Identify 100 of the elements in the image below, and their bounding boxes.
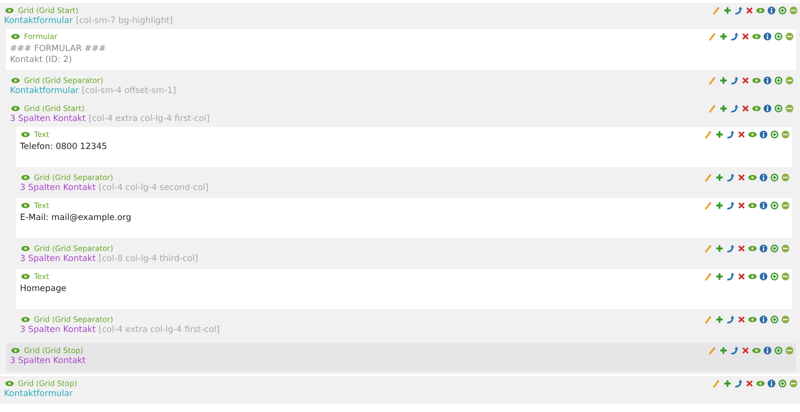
eye-icon[interactable] [748,172,757,182]
plus-icon[interactable] [715,200,724,210]
info-icon[interactable] [759,172,768,182]
info-icon[interactable] [763,104,772,112]
close-icon[interactable] [741,346,750,354]
curved-arrow-icon[interactable] [726,200,735,210]
info-icon[interactable] [759,272,768,280]
info-icon[interactable] [759,200,768,210]
eye-icon [10,32,21,40]
curved-arrow-icon[interactable] [726,244,735,252]
eye-icon[interactable] [748,200,757,210]
minus-circle-icon[interactable] [781,130,790,138]
plus-icon[interactable] [715,244,724,252]
minus-circle-icon[interactable] [785,32,794,40]
plus-circle-icon[interactable] [770,272,779,280]
eye-icon[interactable] [748,314,757,324]
pencil-icon[interactable] [704,130,713,138]
eye-icon[interactable] [752,346,761,354]
plus-icon[interactable] [715,130,724,138]
close-icon[interactable] [741,76,750,84]
info-icon[interactable] [759,130,768,138]
minus-circle-icon[interactable] [785,346,794,354]
eye-icon[interactable] [756,378,765,388]
close-icon[interactable] [737,200,746,210]
pencil-icon[interactable] [704,314,713,324]
pencil-icon[interactable] [712,378,721,388]
plus-icon[interactable] [719,104,728,112]
eye-icon[interactable] [748,244,757,252]
curved-arrow-icon[interactable] [730,104,739,112]
eye-icon[interactable] [756,6,765,14]
plus-icon[interactable] [715,314,724,324]
curved-arrow-icon[interactable] [730,32,739,40]
eye-icon [20,272,31,280]
pencil-icon[interactable] [704,200,713,210]
pencil-icon[interactable] [704,172,713,182]
minus-circle-icon[interactable] [781,200,790,210]
curved-arrow-icon[interactable] [734,378,743,388]
plus-circle-icon[interactable] [774,346,783,354]
plus-icon[interactable] [719,76,728,84]
eye-icon[interactable] [748,272,757,280]
eye-icon [20,172,31,182]
plus-icon[interactable] [715,172,724,182]
eye-icon[interactable] [752,104,761,112]
eye-icon[interactable] [752,32,761,40]
info-icon[interactable] [767,378,776,388]
plus-circle-icon[interactable] [770,130,779,138]
minus-circle-icon[interactable] [789,6,798,14]
plus-icon[interactable] [715,272,724,280]
info-icon[interactable] [759,244,768,252]
plus-circle-icon[interactable] [778,378,787,388]
info-icon[interactable] [763,76,772,84]
minus-circle-icon[interactable] [785,76,794,84]
pencil-icon[interactable] [708,32,717,40]
curved-arrow-icon[interactable] [726,172,735,182]
close-icon[interactable] [741,104,750,112]
pencil-icon[interactable] [708,104,717,112]
minus-circle-icon[interactable] [781,172,790,182]
info-icon[interactable] [763,32,772,40]
close-icon[interactable] [737,130,746,138]
close-icon[interactable] [737,172,746,182]
plus-icon[interactable] [719,32,728,40]
close-icon[interactable] [737,244,746,252]
close-icon[interactable] [737,314,746,324]
curved-arrow-icon[interactable] [726,130,735,138]
pencil-icon[interactable] [712,6,721,14]
eye-icon[interactable] [748,130,757,138]
info-icon[interactable] [759,314,768,324]
pencil-icon[interactable] [708,76,717,84]
minus-circle-icon[interactable] [785,104,794,112]
plus-circle-icon[interactable] [778,6,787,14]
plus-icon[interactable] [723,6,732,14]
eye-icon[interactable] [752,76,761,84]
info-icon[interactable] [767,6,776,14]
plus-icon[interactable] [723,378,732,388]
plus-circle-icon[interactable] [770,244,779,252]
close-icon[interactable] [745,6,754,14]
pencil-icon[interactable] [708,346,717,354]
minus-circle-icon[interactable] [781,314,790,324]
info-icon[interactable] [763,346,772,354]
minus-circle-icon[interactable] [781,272,790,280]
curved-arrow-icon[interactable] [734,6,743,14]
plus-circle-icon[interactable] [774,76,783,84]
close-icon[interactable] [741,32,750,40]
plus-circle-icon[interactable] [770,200,779,210]
plus-circle-icon[interactable] [774,32,783,40]
curved-arrow-icon[interactable] [726,272,735,280]
eye-icon [10,104,21,112]
curved-arrow-icon[interactable] [730,76,739,84]
close-icon[interactable] [745,378,754,388]
pencil-icon[interactable] [704,272,713,280]
curved-arrow-icon[interactable] [730,346,739,354]
pencil-icon[interactable] [704,244,713,252]
plus-circle-icon[interactable] [770,172,779,182]
curved-arrow-icon[interactable] [726,314,735,324]
minus-circle-icon[interactable] [781,244,790,252]
close-icon[interactable] [737,272,746,280]
plus-circle-icon[interactable] [774,104,783,112]
plus-circle-icon[interactable] [770,314,779,324]
minus-circle-icon[interactable] [789,378,798,388]
plus-icon[interactable] [719,346,728,354]
